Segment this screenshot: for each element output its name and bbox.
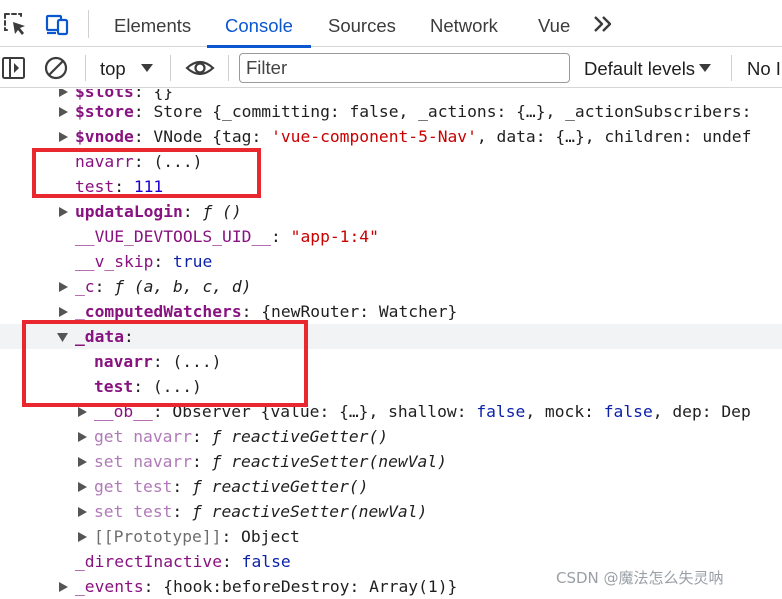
property-key: _directInactive: [75, 552, 223, 571]
inspect-element-icon[interactable]: [2, 11, 28, 37]
property-key: set test: [94, 502, 173, 521]
devtools-window: Elements Console Sources Network Vue top: [0, 0, 782, 599]
property-key: _data: [75, 327, 125, 346]
property-value: reactiveGetter(): [231, 427, 389, 446]
eye-icon[interactable]: [185, 55, 215, 81]
triangle-right-icon[interactable]: [59, 582, 68, 592]
tree-row-store[interactable]: $store: Store {_committing: false, _acti…: [0, 99, 782, 124]
property-key: __VUE_DEVTOOLS_UID__: [75, 227, 272, 246]
triangle-right-icon[interactable]: [59, 89, 68, 97]
tree-row-set-test[interactable]: set test: ƒ reactiveSetter(newVal): [0, 499, 782, 524]
property-key: _events: [75, 577, 144, 596]
tree-row-computed-watchers[interactable]: _computedWatchers: {newRouter: Watcher}: [0, 299, 782, 324]
tree-row-test[interactable]: test: 111: [0, 174, 782, 199]
triangle-right-icon[interactable]: [78, 532, 87, 542]
toolbar-separator: [731, 55, 732, 81]
dropdown-arrow-icon[interactable]: [698, 62, 712, 74]
triangle-right-icon[interactable]: [59, 307, 68, 317]
object-tree: $slots: {} $store: Store {_committing: f…: [0, 89, 782, 599]
triangle-down-icon[interactable]: [57, 333, 68, 342]
tree-row-devtools-uid[interactable]: __VUE_DEVTOOLS_UID__: "app-1:4": [0, 224, 782, 249]
triangle-right-icon[interactable]: [78, 482, 87, 492]
tree-row-updatalogin[interactable]: updataLogin: ƒ (): [0, 199, 782, 224]
issues-counter[interactable]: No I: [747, 48, 781, 88]
log-levels-selector[interactable]: Default levels: [584, 48, 695, 88]
tree-row-get-navarr[interactable]: get navarr: ƒ reactiveGetter(): [0, 424, 782, 449]
property-value: Object: [241, 527, 300, 546]
property-value: 111: [133, 177, 164, 196]
property-value: reactiveSetter(newVal): [231, 452, 447, 471]
clear-console-icon[interactable]: [43, 55, 69, 81]
tab-console[interactable]: Console: [207, 0, 311, 48]
context-selector[interactable]: top: [100, 48, 126, 88]
tab-vue[interactable]: Vue: [538, 0, 570, 47]
triangle-right-icon[interactable]: [59, 207, 68, 217]
property-key: set navarr: [94, 452, 193, 471]
property-key: __v_skip: [75, 252, 154, 271]
tab-network[interactable]: Network: [430, 0, 498, 47]
filter-box: [239, 53, 570, 83]
tree-row-ob[interactable]: __ob__: Observer {value: {…}, shallow: f…: [0, 399, 782, 424]
property-key: _computedWatchers: [75, 302, 242, 321]
property-key: navarr: [94, 352, 153, 371]
property-value[interactable]: (...): [153, 152, 202, 171]
property-value: reactiveSetter(newVal): [211, 502, 428, 521]
toolbar-separator: [85, 55, 86, 81]
property-key: updataLogin: [75, 202, 183, 221]
tab-sources[interactable]: Sources: [328, 0, 396, 47]
property-key: _c: [75, 277, 95, 296]
tree-row-get-test[interactable]: get test: ƒ reactiveGetter(): [0, 474, 782, 499]
triangle-right-icon[interactable]: [78, 507, 87, 517]
devtools-tab-bar: Elements Console Sources Network Vue: [0, 0, 782, 48]
tree-row-v-skip[interactable]: __v_skip: true: [0, 249, 782, 274]
tree-row-navarr[interactable]: navarr: (...): [0, 149, 782, 174]
property-value: "app-1:4": [290, 227, 379, 246]
tree-row-data-test[interactable]: test: (...): [0, 374, 782, 399]
property-value: ƒ (a, b, c, d): [114, 277, 252, 296]
triangle-right-icon[interactable]: [78, 457, 87, 467]
property-value: false: [241, 552, 291, 571]
property-value: Store {_committing: false, _actions: {…}…: [153, 102, 752, 121]
triangle-right-icon[interactable]: [78, 407, 87, 417]
triangle-right-icon[interactable]: [59, 107, 68, 117]
triangle-right-icon[interactable]: [78, 432, 87, 442]
tree-row-prototype[interactable]: [[Prototype]]: Object: [0, 524, 782, 549]
filter-input[interactable]: [246, 56, 564, 80]
chevron-double-right-icon[interactable]: [592, 13, 614, 35]
csdn-watermark: CSDN @魔法怎么失灵呐: [556, 569, 724, 587]
property-value: {hook:beforeDestroy: Array(1)}: [163, 577, 458, 596]
property-key: [[Prototype]]: [94, 527, 222, 546]
tree-row-c[interactable]: _c: ƒ (a, b, c, d): [0, 274, 782, 299]
tab-bar-separator: [88, 10, 89, 38]
tree-row-set-navarr[interactable]: set navarr: ƒ reactiveSetter(newVal): [0, 449, 782, 474]
property-value: true: [173, 252, 213, 271]
tree-row-vnode[interactable]: $vnode: VNode {tag: 'vue-component-5-Nav…: [0, 124, 782, 149]
property-value[interactable]: (...): [153, 377, 202, 396]
console-toolbar: top Default levels No I: [0, 48, 782, 88]
property-key: navarr: [75, 152, 134, 171]
property-key: get navarr: [94, 427, 193, 446]
property-key: __ob__: [94, 402, 153, 421]
triangle-right-icon[interactable]: [59, 132, 68, 142]
property-key: $vnode: [75, 127, 134, 146]
tree-row-data-navarr[interactable]: navarr: (...): [0, 349, 782, 374]
property-key: $store: [75, 102, 134, 121]
sidebar-toggle-icon[interactable]: [1, 55, 27, 81]
property-value: reactiveGetter(): [211, 477, 369, 496]
tree-row-data[interactable]: _data:: [0, 324, 782, 349]
property-value: {newRouter: Watcher}: [261, 302, 458, 321]
property-key: test: [75, 177, 115, 196]
property-value[interactable]: (...): [172, 352, 221, 371]
toolbar-separator: [170, 55, 171, 81]
device-toggle-icon[interactable]: [44, 11, 70, 37]
property-key: get test: [94, 477, 173, 496]
tab-elements[interactable]: Elements: [114, 0, 191, 47]
property-value: ƒ (): [202, 202, 242, 221]
property-key: test: [94, 377, 134, 396]
toolbar-separator: [228, 55, 229, 81]
dropdown-arrow-icon[interactable]: [140, 62, 154, 74]
triangle-right-icon[interactable]: [59, 282, 68, 292]
